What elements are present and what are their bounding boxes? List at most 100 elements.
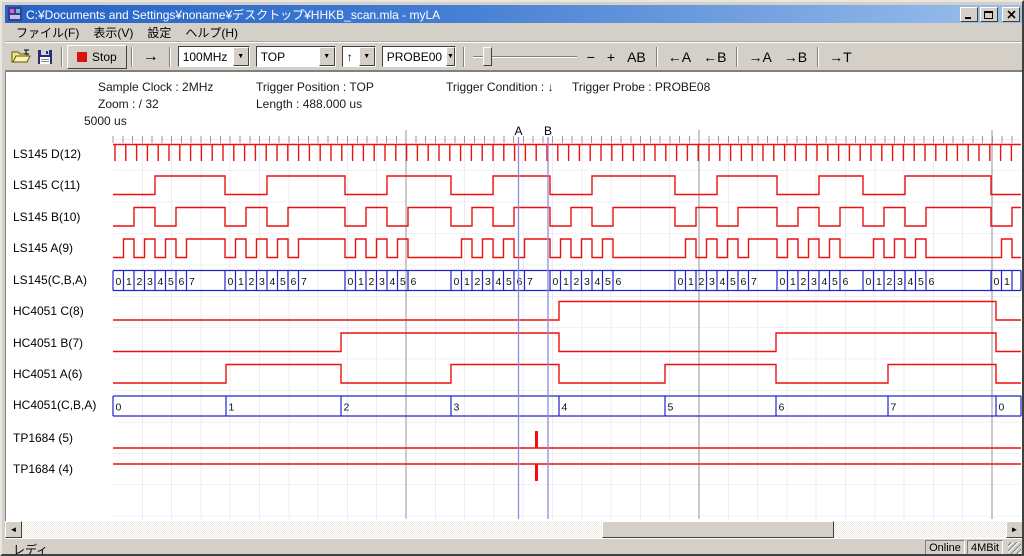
goto-cursor-a-left-button[interactable]: ←A <box>662 47 697 67</box>
bus-value: 5 <box>506 276 512 288</box>
menu-settings[interactable]: 設定 <box>140 23 178 42</box>
bus-value: 6 <box>741 276 747 288</box>
scrollbar-thumb[interactable] <box>602 521 834 538</box>
bus-value: 7 <box>189 276 195 288</box>
bus-value: 5 <box>918 276 924 288</box>
bus-value: 0 <box>780 276 786 288</box>
bus-value: 4 <box>390 276 396 288</box>
run-button[interactable]: → <box>137 46 165 68</box>
bus-value: 5 <box>668 402 674 414</box>
bus-value: 4 <box>720 276 726 288</box>
toolbar-separator <box>736 47 738 67</box>
menu-view[interactable]: 表示(V) <box>86 23 140 42</box>
dropdown-arrow-icon[interactable]: ▼ <box>319 47 335 66</box>
bus-value: 1 <box>790 276 796 288</box>
bus-value: 2 <box>801 276 807 288</box>
zoom-slider-thumb[interactable] <box>483 47 492 66</box>
zoom-ab-button[interactable]: AB <box>621 47 652 67</box>
bus-value: 4 <box>822 276 828 288</box>
close-icon <box>1007 10 1016 19</box>
goto-cursor-b-left-button[interactable]: ←B <box>697 47 732 67</box>
goto-trigger-button[interactable]: →T <box>823 47 858 67</box>
bus-value: 3 <box>259 276 265 288</box>
save-file-button[interactable] <box>33 46 57 68</box>
maximize-button[interactable] <box>980 7 998 22</box>
resize-grip[interactable] <box>1008 542 1021 554</box>
bus-value: 1 <box>688 276 694 288</box>
waveform-LS145 C(11) <box>113 176 1021 195</box>
bus-value: 3 <box>379 276 385 288</box>
open-file-button[interactable] <box>9 46 33 68</box>
bus-value: 0 <box>678 276 684 288</box>
bus-value: 3 <box>147 276 153 288</box>
bus-value: 2 <box>475 276 481 288</box>
bus-value: 2 <box>699 276 705 288</box>
bus-value: 2 <box>887 276 893 288</box>
zoom-slider[interactable] <box>473 46 577 68</box>
bus-value: 7 <box>301 276 307 288</box>
sample-clock-combo[interactable]: 100MHz ▼ <box>178 46 250 67</box>
statusbar: レディ Online 4MBit <box>5 538 1023 555</box>
bus-value: 3 <box>811 276 817 288</box>
scroll-left-button[interactable]: ◄ <box>5 521 22 538</box>
trigger-position-combo[interactable]: TOP ▼ <box>256 46 336 67</box>
zoom-out-button[interactable]: − <box>581 47 601 67</box>
bus-value: 1 <box>464 276 470 288</box>
maximize-icon <box>984 10 994 19</box>
zoom-in-button[interactable]: + <box>601 47 621 67</box>
bus-value: 4 <box>270 276 276 288</box>
status-ready-text: レディ <box>13 541 48 556</box>
menu-help[interactable]: ヘルプ(H) <box>178 23 245 42</box>
close-button[interactable] <box>1002 7 1020 22</box>
bus-value: 6 <box>616 276 622 288</box>
app-window: C:¥Documents and Settings¥noname¥デスクトップ¥… <box>0 0 1024 556</box>
goto-cursor-a-right-button[interactable]: →A <box>742 47 777 67</box>
minimize-button[interactable] <box>960 7 978 22</box>
bus-value: 2 <box>249 276 255 288</box>
cursor-A-label: A <box>514 124 522 138</box>
bus-value: 3 <box>897 276 903 288</box>
bus-value: 2 <box>344 402 350 414</box>
bus-value: 3 <box>454 402 460 414</box>
stop-button[interactable]: Stop <box>67 45 127 69</box>
bus-value: 1 <box>358 276 364 288</box>
toolbar-separator <box>131 47 133 67</box>
dropdown-arrow-icon[interactable]: ▼ <box>359 47 375 66</box>
bus-value: 5 <box>280 276 286 288</box>
bus-value: 0 <box>866 276 872 288</box>
menubar: ファイル(F) 表示(V) 設定 ヘルプ(H) <box>5 23 1023 42</box>
goto-cursor-b-right-button[interactable]: →B <box>778 47 813 67</box>
bus-value: 6 <box>291 276 297 288</box>
trigger-probe-combo[interactable]: PROBE00 ▼ <box>382 46 456 67</box>
cursor-B-label: B <box>544 124 552 138</box>
bus-value: 3 <box>584 276 590 288</box>
toolbar-separator <box>61 47 63 67</box>
toolbar-separator <box>169 47 171 67</box>
stop-label: Stop <box>92 50 117 64</box>
bus-value: 1 <box>229 402 235 414</box>
bus-value: 6 <box>411 276 417 288</box>
waveform-HC4051 A(6) <box>113 365 1021 384</box>
bus-value: 0 <box>116 276 122 288</box>
horizontal-scrollbar[interactable]: ◄ ► <box>5 521 1023 538</box>
menu-file[interactable]: ファイル(F) <box>9 23 86 42</box>
dropdown-arrow-icon[interactable]: ▼ <box>233 47 249 66</box>
titlebar[interactable]: C:¥Documents and Settings¥noname¥デスクトップ¥… <box>5 5 1023 23</box>
bus-value: 4 <box>158 276 164 288</box>
bus-value: 2 <box>574 276 580 288</box>
bus-value: 4 <box>908 276 914 288</box>
scroll-right-icon: ► <box>1011 525 1019 534</box>
bus-value: 0 <box>553 276 559 288</box>
app-icon <box>8 7 22 21</box>
dropdown-arrow-icon[interactable]: ▼ <box>446 47 455 66</box>
waveform-plot[interactable]: 0123456701234567012345601234567012345601… <box>6 72 1023 521</box>
floppy-disk-icon <box>37 49 53 65</box>
bus-value: 5 <box>605 276 611 288</box>
scroll-left-icon: ◄ <box>10 525 18 534</box>
bus-value: 1 <box>1004 276 1010 288</box>
scroll-right-button[interactable]: ► <box>1006 521 1023 538</box>
stop-icon <box>77 52 87 62</box>
bus-value: 6 <box>179 276 185 288</box>
bus-value: 7 <box>891 402 897 414</box>
trigger-edge-combo[interactable]: ↑ ▼ <box>342 46 376 67</box>
